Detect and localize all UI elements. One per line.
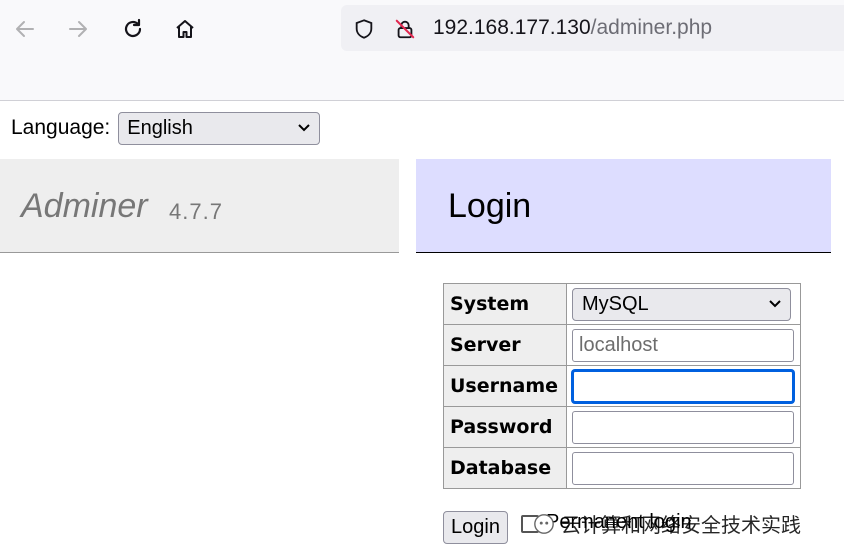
brand-name[interactable]: Adminer [21,187,148,226]
wechat-logo-icon [534,513,554,534]
form-row-server: Server [443,324,801,366]
username-input[interactable] [572,369,794,403]
tracking-protection-button[interactable] [352,17,376,41]
server-label: Server [443,324,567,366]
form-row-system: System MySQL [443,283,801,325]
login-header: Login [416,159,831,253]
language-select[interactable]: English [118,111,321,145]
home-icon [176,20,194,38]
form-row-password: Password [443,406,801,448]
chevron-down-icon [769,300,781,308]
watermark-text: 云计算和网络安全技术实践 [561,513,801,537]
system-label: System [443,283,567,325]
url-host: 192.168.177.130 [433,16,591,39]
system-select[interactable]: MySQL [572,287,791,321]
url-text[interactable]: 192.168.177.130/adminer.php [433,16,712,40]
watermark: 云计算和网络安全技术实践 [533,509,801,538]
insecure-lock-icon [395,19,415,39]
back-arrow-icon [16,21,34,37]
language-select-value: English [127,116,193,139]
back-button[interactable] [8,12,42,46]
language-label: Language: [11,116,111,139]
login-form: System MySQL Server Username Password Da… [443,283,801,489]
password-label: Password [443,406,567,448]
reload-icon [124,18,142,38]
system-select-value: MySQL [582,292,649,315]
shield-icon [355,19,373,39]
username-label: Username [443,365,567,407]
brand-version: 4.7.7 [169,199,223,224]
server-input[interactable] [572,328,794,362]
form-row-username: Username [443,365,801,407]
database-label: Database [443,447,567,489]
language-row: Language: English [11,111,321,145]
brand-header: Adminer 4.7.7 [0,159,399,253]
forward-button[interactable] [61,12,95,46]
form-row-database: Database [443,447,801,489]
home-button[interactable] [168,12,202,46]
page-title: Login [448,187,532,225]
browser-toolbar: 192.168.177.130/adminer.php [0,0,844,101]
database-input[interactable] [572,451,794,485]
password-input[interactable] [572,410,794,444]
address-bar[interactable]: 192.168.177.130/adminer.php [341,5,844,51]
chevron-down-icon [298,124,310,132]
reload-button[interactable] [116,12,150,46]
login-button[interactable]: Login [443,511,508,544]
forward-arrow-icon [69,21,87,37]
connection-security-button[interactable] [393,17,417,41]
url-path: /adminer.php [590,16,713,39]
